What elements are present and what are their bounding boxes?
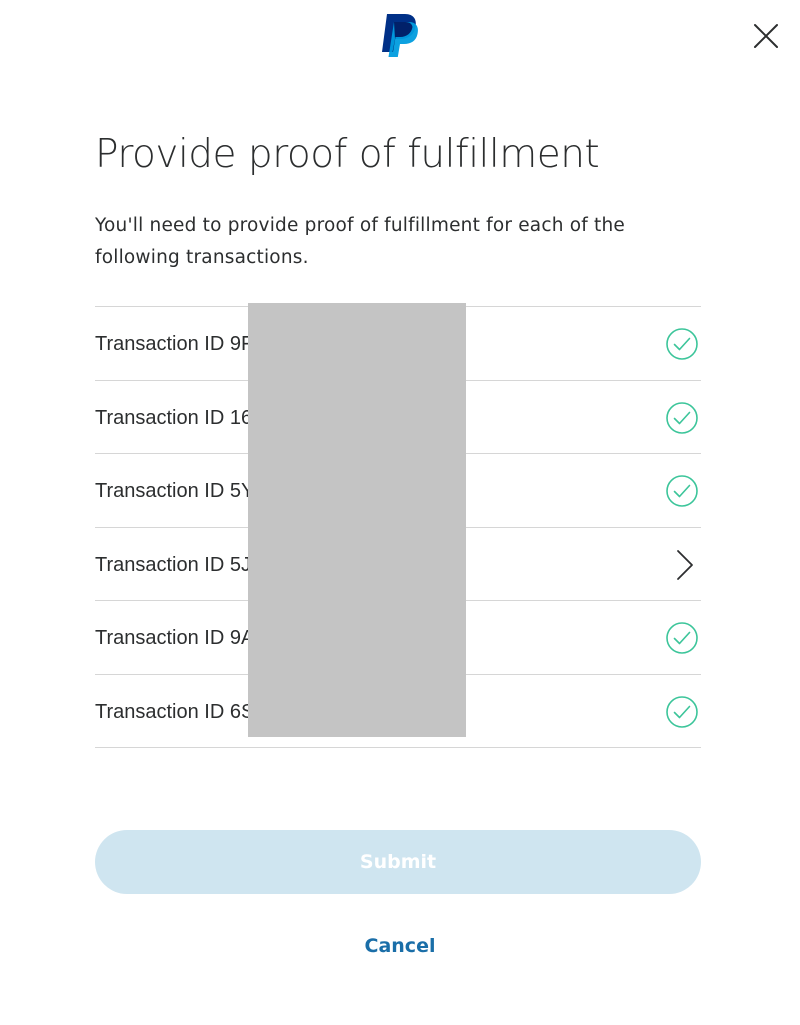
submit-button[interactable]: Submit: [95, 830, 701, 894]
close-x-icon[interactable]: [749, 19, 783, 53]
transaction-label: Transaction ID 6S: [95, 700, 255, 723]
transaction-label: Transaction ID 9F: [95, 333, 254, 355]
checkmark-circle-icon: [666, 475, 698, 507]
transaction-label: Transaction ID 9A: [95, 627, 255, 649]
intro-text: You'll need to provide proof of fulfillm…: [95, 215, 625, 268]
checkmark-circle-icon: [666, 622, 698, 654]
transaction-label: Transaction ID 16: [95, 406, 253, 429]
paypal-logo-icon: [382, 14, 418, 57]
transaction-label: Transaction ID 5J: [95, 553, 251, 576]
cancel-link[interactable]: Cancel: [300, 930, 500, 962]
chevron-right-icon[interactable]: [665, 548, 699, 582]
transaction-label: Transaction ID 5Y: [95, 480, 255, 502]
redaction-block: [248, 303, 466, 737]
checkmark-circle-icon: [666, 401, 698, 434]
checkmark-circle-icon: [666, 695, 698, 728]
checkmark-circle-icon: [666, 328, 698, 360]
page-title: Provide proof of fulfillment: [95, 132, 600, 177]
